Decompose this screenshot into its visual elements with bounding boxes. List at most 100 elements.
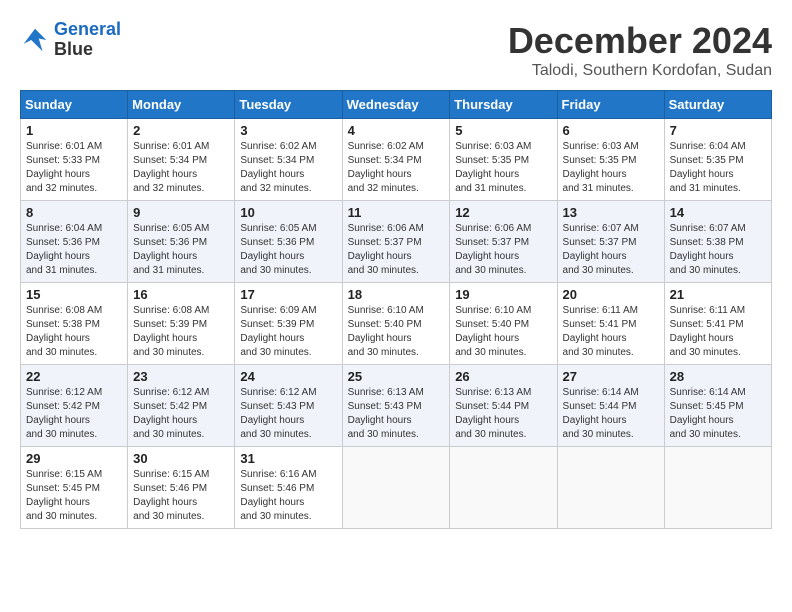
logo-text: General Blue — [54, 20, 121, 60]
calendar-cell: 6 Sunrise: 6:03 AM Sunset: 5:35 PM Dayli… — [557, 119, 664, 201]
day-number: 12 — [455, 205, 551, 220]
calendar-cell: 19 Sunrise: 6:10 AM Sunset: 5:40 PM Dayl… — [450, 283, 557, 365]
day-number: 24 — [240, 369, 336, 384]
calendar-cell: 13 Sunrise: 6:07 AM Sunset: 5:37 PM Dayl… — [557, 201, 664, 283]
day-number: 4 — [348, 123, 445, 138]
day-info: Sunrise: 6:03 AM Sunset: 5:35 PM Dayligh… — [563, 140, 659, 196]
day-info: Sunrise: 6:12 AM Sunset: 5:43 PM Dayligh… — [240, 386, 336, 442]
day-info: Sunrise: 6:07 AM Sunset: 5:38 PM Dayligh… — [670, 222, 766, 278]
day-number: 15 — [26, 287, 122, 302]
calendar-cell — [557, 447, 664, 529]
calendar-cell: 9 Sunrise: 6:05 AM Sunset: 5:36 PM Dayli… — [128, 201, 235, 283]
calendar-cell: 17 Sunrise: 6:09 AM Sunset: 5:39 PM Dayl… — [235, 283, 342, 365]
day-info: Sunrise: 6:07 AM Sunset: 5:37 PM Dayligh… — [563, 222, 659, 278]
calendar-cell: 5 Sunrise: 6:03 AM Sunset: 5:35 PM Dayli… — [450, 119, 557, 201]
day-info: Sunrise: 6:11 AM Sunset: 5:41 PM Dayligh… — [563, 304, 659, 360]
day-number: 18 — [348, 287, 445, 302]
day-info: Sunrise: 6:08 AM Sunset: 5:39 PM Dayligh… — [133, 304, 229, 360]
calendar-cell: 12 Sunrise: 6:06 AM Sunset: 5:37 PM Dayl… — [450, 201, 557, 283]
title-area: December 2024 Talodi, Southern Kordofan,… — [508, 20, 772, 80]
day-number: 17 — [240, 287, 336, 302]
day-number: 26 — [455, 369, 551, 384]
day-info: Sunrise: 6:05 AM Sunset: 5:36 PM Dayligh… — [133, 222, 229, 278]
day-number: 30 — [133, 451, 229, 466]
day-number: 27 — [563, 369, 659, 384]
day-number: 22 — [26, 369, 122, 384]
day-info: Sunrise: 6:11 AM Sunset: 5:41 PM Dayligh… — [670, 304, 766, 360]
calendar-cell: 20 Sunrise: 6:11 AM Sunset: 5:41 PM Dayl… — [557, 283, 664, 365]
calendar-header-monday: Monday — [128, 91, 235, 119]
calendar-cell: 27 Sunrise: 6:14 AM Sunset: 5:44 PM Dayl… — [557, 365, 664, 447]
calendar-cell: 2 Sunrise: 6:01 AM Sunset: 5:34 PM Dayli… — [128, 119, 235, 201]
calendar-cell: 22 Sunrise: 6:12 AM Sunset: 5:42 PM Dayl… — [21, 365, 128, 447]
day-number: 16 — [133, 287, 229, 302]
calendar-cell: 8 Sunrise: 6:04 AM Sunset: 5:36 PM Dayli… — [21, 201, 128, 283]
day-info: Sunrise: 6:01 AM Sunset: 5:34 PM Dayligh… — [133, 140, 229, 196]
calendar-cell: 7 Sunrise: 6:04 AM Sunset: 5:35 PM Dayli… — [664, 119, 771, 201]
calendar-cell: 30 Sunrise: 6:15 AM Sunset: 5:46 PM Dayl… — [128, 447, 235, 529]
day-number: 23 — [133, 369, 229, 384]
day-number: 20 — [563, 287, 659, 302]
day-info: Sunrise: 6:10 AM Sunset: 5:40 PM Dayligh… — [348, 304, 445, 360]
day-number: 21 — [670, 287, 766, 302]
calendar-header-friday: Friday — [557, 91, 664, 119]
calendar-cell: 4 Sunrise: 6:02 AM Sunset: 5:34 PM Dayli… — [342, 119, 450, 201]
day-info: Sunrise: 6:05 AM Sunset: 5:36 PM Dayligh… — [240, 222, 336, 278]
calendar-cell: 23 Sunrise: 6:12 AM Sunset: 5:42 PM Dayl… — [128, 365, 235, 447]
day-number: 13 — [563, 205, 659, 220]
day-number: 31 — [240, 451, 336, 466]
day-number: 11 — [348, 205, 445, 220]
calendar-cell: 1 Sunrise: 6:01 AM Sunset: 5:33 PM Dayli… — [21, 119, 128, 201]
day-info: Sunrise: 6:04 AM Sunset: 5:36 PM Dayligh… — [26, 222, 122, 278]
day-info: Sunrise: 6:06 AM Sunset: 5:37 PM Dayligh… — [348, 222, 445, 278]
header: General Blue December 2024 Talodi, South… — [20, 20, 772, 80]
calendar-cell: 16 Sunrise: 6:08 AM Sunset: 5:39 PM Dayl… — [128, 283, 235, 365]
calendar-header-sunday: Sunday — [21, 91, 128, 119]
day-info: Sunrise: 6:16 AM Sunset: 5:46 PM Dayligh… — [240, 468, 336, 524]
day-info: Sunrise: 6:09 AM Sunset: 5:39 PM Dayligh… — [240, 304, 336, 360]
calendar-cell: 28 Sunrise: 6:14 AM Sunset: 5:45 PM Dayl… — [664, 365, 771, 447]
month-title: December 2024 — [508, 20, 772, 62]
day-number: 1 — [26, 123, 122, 138]
day-info: Sunrise: 6:14 AM Sunset: 5:45 PM Dayligh… — [670, 386, 766, 442]
day-number: 19 — [455, 287, 551, 302]
logo: General Blue — [20, 20, 121, 60]
calendar-cell — [342, 447, 450, 529]
day-number: 6 — [563, 123, 659, 138]
day-info: Sunrise: 6:12 AM Sunset: 5:42 PM Dayligh… — [133, 386, 229, 442]
calendar-cell: 25 Sunrise: 6:13 AM Sunset: 5:43 PM Dayl… — [342, 365, 450, 447]
day-info: Sunrise: 6:10 AM Sunset: 5:40 PM Dayligh… — [455, 304, 551, 360]
day-number: 10 — [240, 205, 336, 220]
day-number: 25 — [348, 369, 445, 384]
calendar-table: SundayMondayTuesdayWednesdayThursdayFrid… — [20, 90, 772, 529]
calendar-cell: 10 Sunrise: 6:05 AM Sunset: 5:36 PM Dayl… — [235, 201, 342, 283]
day-info: Sunrise: 6:15 AM Sunset: 5:46 PM Dayligh… — [133, 468, 229, 524]
day-number: 29 — [26, 451, 122, 466]
day-info: Sunrise: 6:12 AM Sunset: 5:42 PM Dayligh… — [26, 386, 122, 442]
day-info: Sunrise: 6:02 AM Sunset: 5:34 PM Dayligh… — [240, 140, 336, 196]
day-info: Sunrise: 6:08 AM Sunset: 5:38 PM Dayligh… — [26, 304, 122, 360]
day-info: Sunrise: 6:13 AM Sunset: 5:43 PM Dayligh… — [348, 386, 445, 442]
day-number: 2 — [133, 123, 229, 138]
day-info: Sunrise: 6:04 AM Sunset: 5:35 PM Dayligh… — [670, 140, 766, 196]
calendar-header-tuesday: Tuesday — [235, 91, 342, 119]
day-number: 3 — [240, 123, 336, 138]
calendar-cell — [664, 447, 771, 529]
calendar-week-row: 29 Sunrise: 6:15 AM Sunset: 5:45 PM Dayl… — [21, 447, 772, 529]
day-info: Sunrise: 6:06 AM Sunset: 5:37 PM Dayligh… — [455, 222, 551, 278]
calendar-cell: 14 Sunrise: 6:07 AM Sunset: 5:38 PM Dayl… — [664, 201, 771, 283]
calendar-week-row: 15 Sunrise: 6:08 AM Sunset: 5:38 PM Dayl… — [21, 283, 772, 365]
calendar-cell: 21 Sunrise: 6:11 AM Sunset: 5:41 PM Dayl… — [664, 283, 771, 365]
calendar-cell: 26 Sunrise: 6:13 AM Sunset: 5:44 PM Dayl… — [450, 365, 557, 447]
calendar-header-row: SundayMondayTuesdayWednesdayThursdayFrid… — [21, 91, 772, 119]
calendar-cell — [450, 447, 557, 529]
calendar-week-row: 1 Sunrise: 6:01 AM Sunset: 5:33 PM Dayli… — [21, 119, 772, 201]
day-number: 7 — [670, 123, 766, 138]
calendar-cell: 11 Sunrise: 6:06 AM Sunset: 5:37 PM Dayl… — [342, 201, 450, 283]
day-number: 9 — [133, 205, 229, 220]
day-info: Sunrise: 6:03 AM Sunset: 5:35 PM Dayligh… — [455, 140, 551, 196]
calendar-week-row: 8 Sunrise: 6:04 AM Sunset: 5:36 PM Dayli… — [21, 201, 772, 283]
day-number: 8 — [26, 205, 122, 220]
calendar-header-thursday: Thursday — [450, 91, 557, 119]
calendar-cell: 3 Sunrise: 6:02 AM Sunset: 5:34 PM Dayli… — [235, 119, 342, 201]
